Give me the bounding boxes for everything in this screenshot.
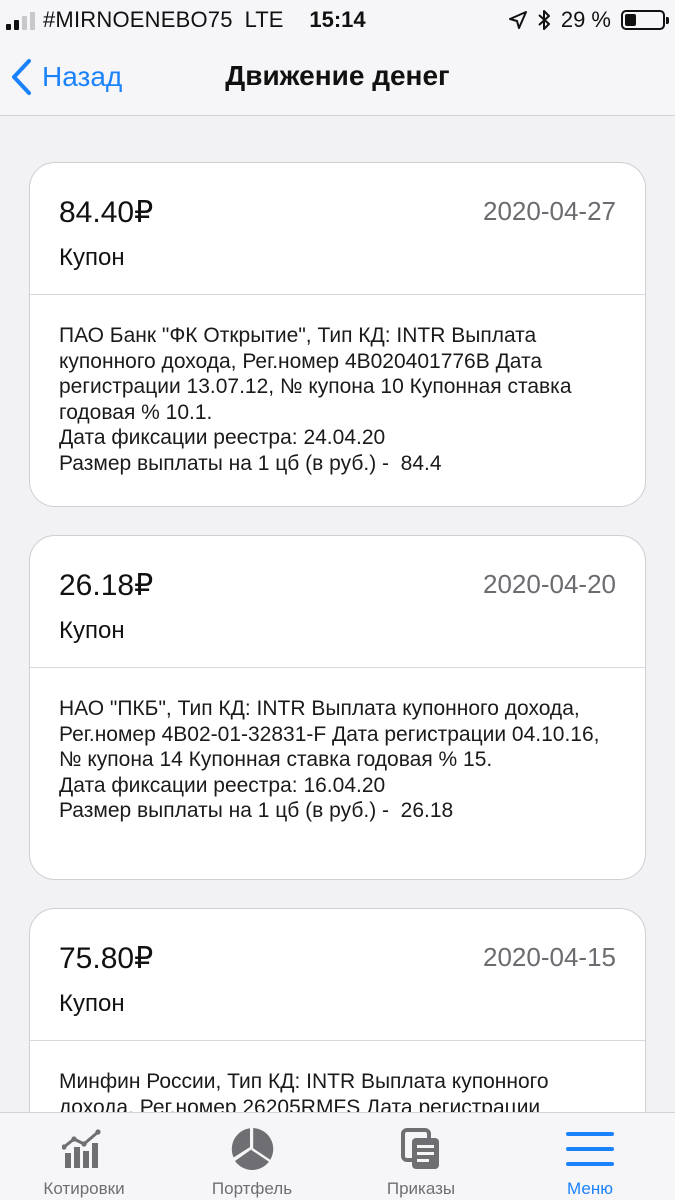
- operation-card-header: 75.80₽ 2020-04-15 Купон: [30, 909, 645, 1041]
- operation-date: 2020-04-27: [483, 196, 616, 226]
- battery-percent: 29 %: [560, 7, 611, 32]
- status-bar: #MIRNOENEBO75 LTE 15:14 29 %: [0, 0, 675, 40]
- tab-quotes[interactable]: Котировки: [0, 1113, 168, 1200]
- tab-label: Портфель: [211, 1179, 293, 1198]
- tab-label: Котировки: [43, 1179, 125, 1198]
- operation-type: Купон: [59, 617, 125, 644]
- bluetooth-icon: [538, 10, 550, 30]
- operation-type: Купон: [59, 990, 125, 1017]
- operation-card[interactable]: 26.18₽ 2020-04-20 Купон НАО "ПКБ", Тип К…: [29, 535, 646, 880]
- operation-date: 2020-04-15: [483, 942, 616, 972]
- operation-amount: 84.40₽: [59, 196, 154, 229]
- operation-payment: Размер выплаты на 1 цб (в руб.) - 26.18: [59, 799, 454, 823]
- menu-icon: [566, 1132, 614, 1166]
- operation-card-body: ПАО Банк "ФК Открытие", Тип КД: INTR Вып…: [30, 295, 645, 497]
- tab-orders[interactable]: Приказы: [337, 1113, 505, 1200]
- operation-description: Минфин России, Тип КД: INTR Выплата купо…: [59, 1070, 549, 1112]
- operation-card-body: Минфин России, Тип КД: INTR Выплата купо…: [30, 1041, 645, 1112]
- operation-description: НАО "ПКБ", Тип КД: INTR Выплата купонног…: [59, 697, 600, 772]
- tab-label: Меню: [567, 1179, 613, 1198]
- navigation-bar: Назад Движение денег: [0, 40, 675, 116]
- chart-icon: [62, 1129, 101, 1168]
- operation-description: ПАО Банк "ФК Открытие", Тип КД: INTR Вып…: [59, 324, 572, 424]
- operation-payment: Размер выплаты на 1 цб (в руб.) - 84.4: [59, 451, 442, 475]
- location-arrow-icon: [508, 11, 527, 29]
- operation-registry-date: Дата фиксации реестра: 24.04.20: [59, 426, 386, 450]
- documents-icon: [401, 1128, 439, 1169]
- operation-amount: 75.80₽: [59, 942, 154, 975]
- status-right: 29 %: [508, 7, 669, 33]
- operation-card-header: 26.18₽ 2020-04-20 Купон: [30, 536, 645, 668]
- operation-card-header: 84.40₽ 2020-04-27 Купон: [30, 163, 645, 295]
- operations-list[interactable]: 84.40₽ 2020-04-27 Купон ПАО Банк "ФК Отк…: [0, 117, 675, 1112]
- operation-card[interactable]: 84.40₽ 2020-04-27 Купон ПАО Банк "ФК Отк…: [29, 162, 646, 507]
- tab-portfolio[interactable]: Портфель: [168, 1113, 336, 1200]
- tab-label: Приказы: [386, 1179, 456, 1198]
- operation-type: Купон: [59, 244, 125, 271]
- operation-date: 2020-04-20: [483, 569, 616, 599]
- tab-menu[interactable]: Меню: [506, 1113, 674, 1200]
- operation-card-body: НАО "ПКБ", Тип КД: INTR Выплата купонног…: [30, 668, 645, 844]
- battery-icon: [621, 10, 669, 30]
- screen: #MIRNOENEBO75 LTE 15:14 29 % Назад Движе…: [0, 0, 675, 1200]
- page-title: Движение денег: [225, 60, 450, 91]
- tab-bar: Котировки Портфель Приказы Меню: [0, 1112, 675, 1200]
- operation-registry-date: Дата фиксации реестра: 16.04.20: [59, 773, 386, 797]
- pie-chart-icon: [231, 1127, 274, 1170]
- operation-card[interactable]: 75.80₽ 2020-04-15 Купон Минфин России, Т…: [29, 908, 646, 1112]
- operation-amount: 26.18₽: [59, 569, 154, 602]
